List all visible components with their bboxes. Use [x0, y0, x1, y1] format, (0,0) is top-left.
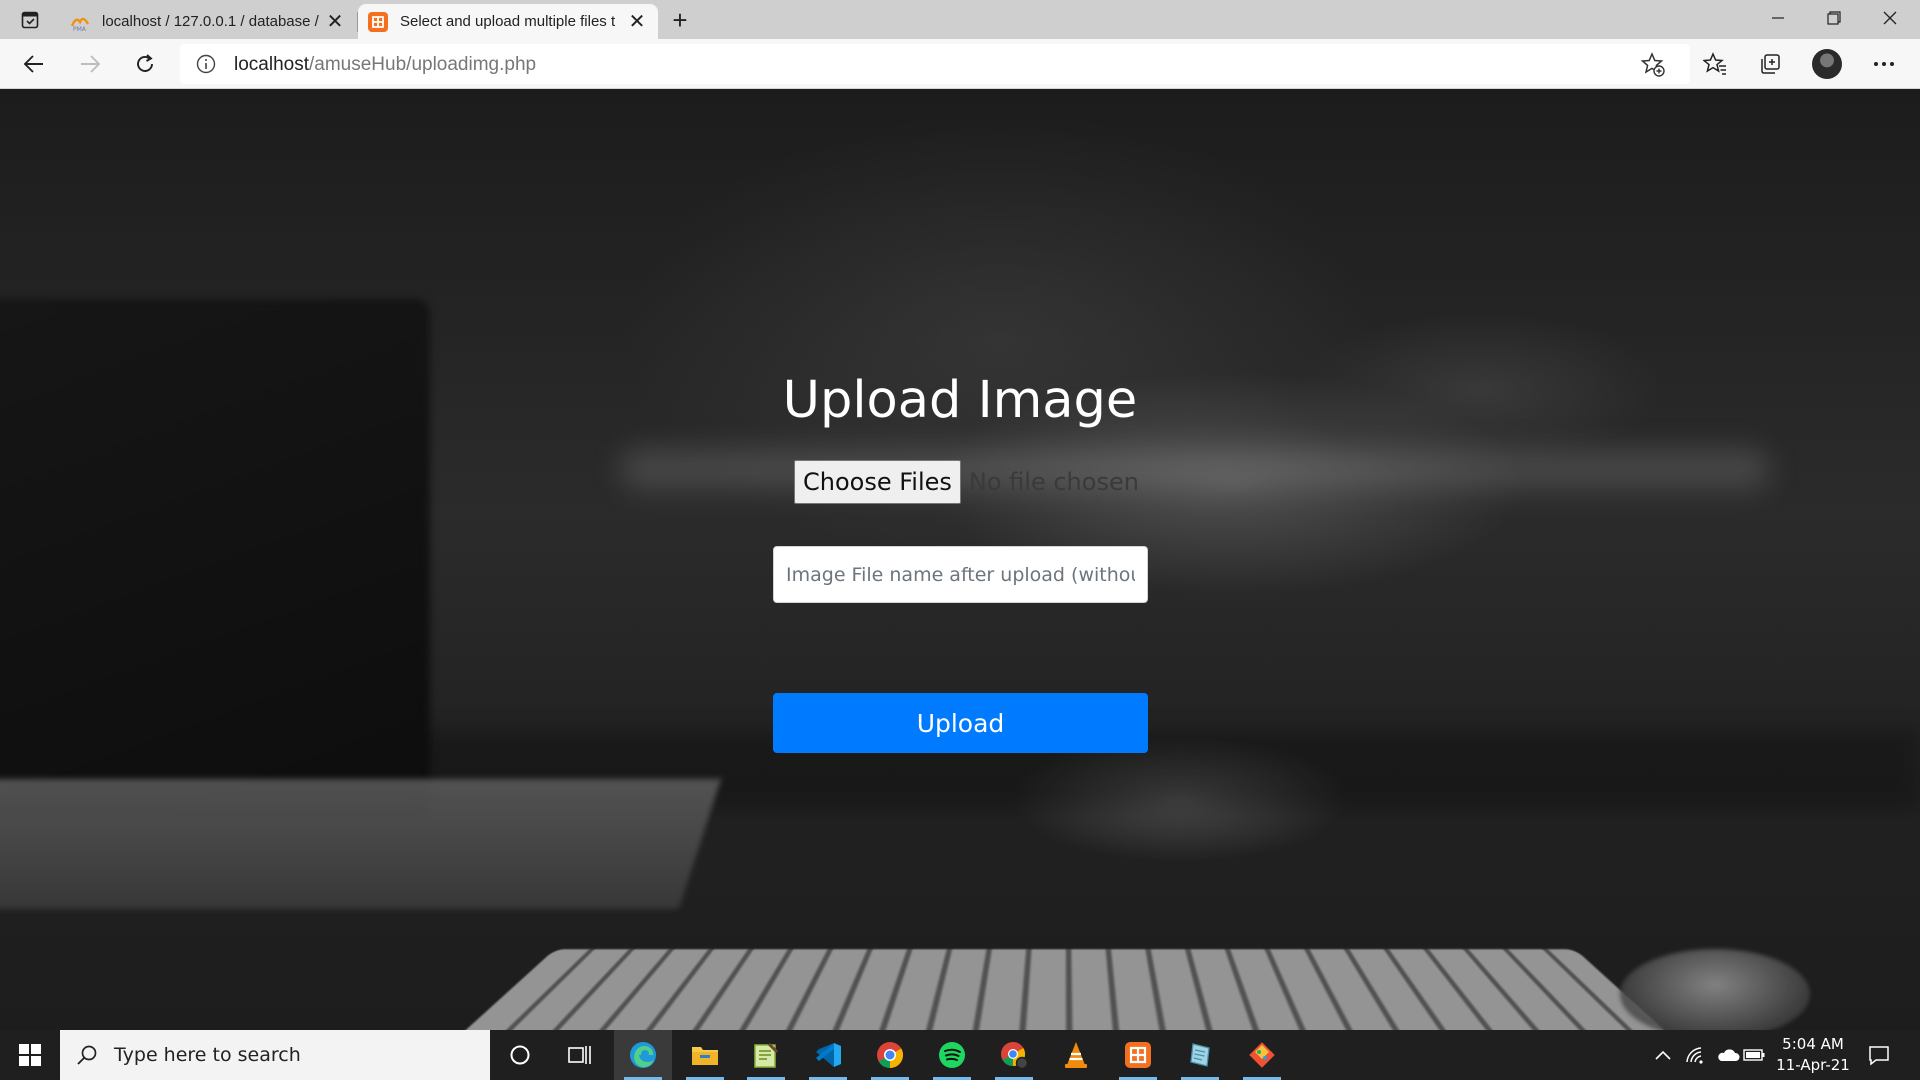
git-icon[interactable] — [1233, 1030, 1291, 1080]
favorites-icon[interactable] — [1697, 47, 1733, 81]
chrome-profile-icon[interactable] — [985, 1030, 1043, 1080]
forward-arrow-icon[interactable] — [72, 47, 108, 81]
settings-more-icon[interactable] — [1866, 47, 1902, 81]
spotify-icon[interactable] — [923, 1030, 981, 1080]
edge-icon[interactable] — [614, 1030, 672, 1080]
windows-start-icon[interactable] — [0, 1030, 60, 1080]
tab-title: Select and upload multiple files t — [400, 13, 626, 30]
tab-phpmyadmin[interactable]: PMA localhost / 127.0.0.1 / database / ✕ — [60, 4, 356, 39]
clock-date: 11-Apr-21 — [1770, 1055, 1856, 1076]
background-photo-keyboard — [432, 949, 1698, 1030]
clock-time: 5:04 AM — [1770, 1034, 1856, 1055]
xampp-icon — [368, 12, 388, 32]
url-host: localhost — [234, 54, 309, 75]
network-icon[interactable] — [1680, 1030, 1712, 1080]
image-name-input[interactable] — [773, 546, 1148, 603]
address-bar[interactable]: localhost/amuseHub/uploadimg.php — [180, 44, 1690, 84]
search-placeholder: Type here to search — [114, 1044, 301, 1066]
sublime-text-icon[interactable] — [1171, 1030, 1229, 1080]
page-title: Upload Image — [0, 371, 1920, 430]
vscode-icon[interactable] — [799, 1030, 857, 1080]
file-input[interactable]: Choose Files No file chosen — [794, 460, 1139, 504]
tray-overflow-chevron-icon[interactable] — [1648, 1030, 1678, 1080]
tab-strip: PMA localhost / 127.0.0.1 / database / ✕… — [0, 0, 1920, 39]
search-icon — [60, 1044, 114, 1066]
taskbar-search[interactable]: Type here to search — [60, 1030, 490, 1080]
battery-icon[interactable] — [1740, 1030, 1768, 1080]
tab-actions-icon[interactable] — [14, 8, 46, 32]
phpmyadmin-icon: PMA — [70, 12, 90, 32]
restore-icon[interactable] — [1806, 0, 1862, 36]
system-clock[interactable]: 5:04 AM 11-Apr-21 — [1770, 1034, 1856, 1076]
profile-avatar-icon — [1812, 49, 1842, 79]
xampp-icon[interactable] — [1109, 1030, 1167, 1080]
svg-text:PMA: PMA — [73, 26, 87, 32]
add-favorite-icon[interactable] — [1640, 52, 1666, 78]
new-tab-icon[interactable]: + — [664, 6, 696, 34]
close-window-icon[interactable] — [1862, 0, 1918, 36]
close-tab-icon[interactable]: ✕ — [626, 11, 648, 33]
background-photo-shelf — [620, 449, 1770, 489]
site-info-icon[interactable] — [196, 54, 216, 74]
notification-center-icon[interactable] — [1862, 1030, 1896, 1080]
taskbar: Type here to search 5:04 AM 11-Apr-21 — [0, 1030, 1920, 1080]
browser-toolbar: localhost/amuseHub/uploadimg.php — [0, 39, 1920, 89]
upload-button[interactable]: Upload — [773, 693, 1148, 753]
vlc-icon[interactable] — [1047, 1030, 1105, 1080]
tab-title: localhost / 127.0.0.1 / database / — [102, 13, 324, 30]
refresh-icon[interactable] — [127, 47, 163, 81]
minimize-icon[interactable] — [1750, 0, 1806, 36]
file-explorer-icon[interactable] — [676, 1030, 734, 1080]
collections-icon[interactable] — [1752, 47, 1788, 81]
background-photo-laptop-base — [0, 779, 721, 909]
url-path: /amuseHub/uploadimg.php — [309, 54, 536, 75]
notepad-plus-plus-icon[interactable] — [737, 1030, 795, 1080]
task-view-icon[interactable] — [551, 1030, 609, 1080]
choose-files-button[interactable]: Choose Files — [794, 460, 961, 504]
close-tab-icon[interactable]: ✕ — [324, 11, 346, 33]
page-viewport: Upload Image Choose Files No file chosen… — [0, 89, 1920, 1030]
background-photo-mouse — [1620, 949, 1810, 1030]
cortana-icon[interactable] — [491, 1030, 549, 1080]
url-text[interactable]: localhost/amuseHub/uploadimg.php — [234, 54, 536, 76]
tab-upload[interactable]: Select and upload multiple files t ✕ — [358, 4, 658, 39]
back-arrow-icon[interactable] — [16, 47, 52, 81]
file-status-text: No file chosen — [969, 468, 1139, 496]
avatar[interactable] — [1809, 47, 1845, 81]
chrome-icon[interactable] — [861, 1030, 919, 1080]
